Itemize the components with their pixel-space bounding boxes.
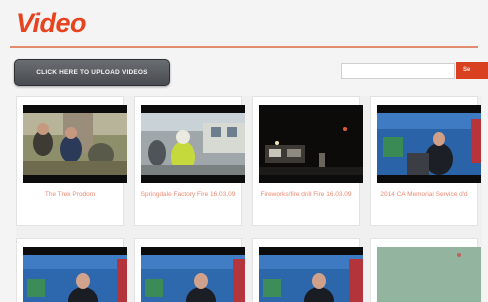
video-title[interactable]: Springdale Factory Fire 16.03.09 — [139, 189, 237, 200]
video-card[interactable] — [370, 238, 481, 302]
upload-videos-button[interactable]: CLICK HERE TO UPLOAD VIDEOS — [14, 59, 170, 86]
video-thumbnail[interactable] — [377, 247, 481, 302]
video-title[interactable]: The Trek Prodom — [21, 189, 119, 200]
video-thumbnail[interactable] — [141, 247, 245, 302]
video-scene-speaker — [259, 255, 363, 302]
video-scene-speaker — [141, 255, 245, 302]
video-scene-firefighters — [141, 113, 245, 175]
video-card[interactable]: The Trek Prodom — [16, 96, 127, 226]
video-scene-speaker — [23, 255, 127, 302]
video-title[interactable]: 2014 CA Memorial Service d'd — [375, 189, 473, 200]
video-title[interactable]: Fireworks/fire drill Fire 16.03.09 — [257, 189, 355, 200]
search-button[interactable]: Se — [456, 62, 488, 79]
video-grid: The Trek Prodom Springdale Factory Fire … — [16, 96, 482, 302]
video-card[interactable]: Springdale Factory Fire 16.03.09 — [134, 96, 245, 226]
video-page: Video CLICK HERE TO UPLOAD VIDEOS Se The… — [0, 0, 488, 302]
video-scene-green-placeholder — [377, 247, 481, 301]
video-thumbnail[interactable] — [259, 247, 363, 302]
video-thumbnail[interactable] — [259, 105, 363, 183]
video-thumbnail[interactable] — [141, 105, 245, 183]
video-thumbnail[interactable] — [23, 247, 127, 302]
page-title: Video — [16, 8, 87, 38]
video-card[interactable]: Fireworks/fire drill Fire 16.03.09 — [252, 96, 363, 226]
video-card[interactable] — [252, 238, 363, 302]
search-input[interactable] — [341, 63, 455, 79]
video-thumbnail[interactable] — [377, 105, 481, 183]
video-scene-night-fire-truck — [259, 113, 363, 175]
video-card[interactable] — [16, 238, 127, 302]
video-thumbnail[interactable] — [23, 105, 127, 183]
video-scene-memorial-speaker — [377, 113, 481, 175]
video-card[interactable] — [134, 238, 245, 302]
video-card[interactable]: 2014 CA Memorial Service d'd — [370, 96, 481, 226]
video-scene-people-outdoor — [23, 113, 127, 175]
page-header: Video — [10, 4, 478, 48]
